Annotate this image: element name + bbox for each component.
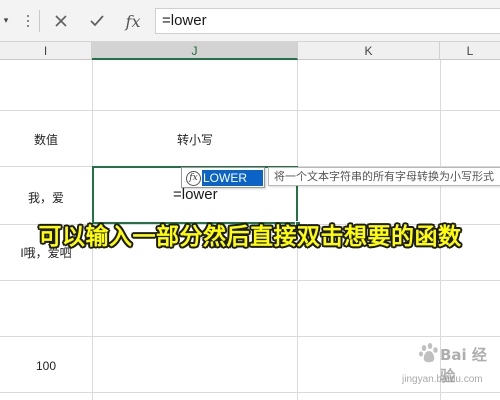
column-header-i[interactable]: I — [0, 42, 92, 60]
column-header-row: I J K L — [0, 42, 500, 60]
watermark-domain: jingyan.baidu.com — [402, 374, 483, 385]
grid-line — [0, 280, 500, 281]
function-tooltip: 将一个文本字符串的所有字母转换为小写形式 — [268, 167, 500, 186]
cancel-button[interactable] — [48, 8, 74, 34]
enter-button[interactable] — [84, 8, 110, 34]
column-header-j[interactable]: J — [92, 42, 298, 60]
autocomplete-item-lower[interactable]: LOWER — [202, 170, 263, 186]
grid-line — [0, 336, 500, 337]
formula-bar-divider — [39, 10, 40, 32]
checkmark-icon — [90, 15, 104, 27]
baidu-paw-logo-icon — [419, 343, 438, 363]
function-autocomplete-list[interactable]: fx LOWER — [181, 167, 265, 188]
column-header-l[interactable]: L — [440, 42, 500, 60]
cell-i-row1[interactable]: 我，爱 — [0, 189, 92, 206]
close-x-icon — [55, 15, 67, 27]
formula-bar: ▾ fx =lower — [0, 0, 500, 42]
cell-i-header[interactable]: 数值 — [0, 131, 92, 148]
grid-line — [0, 392, 500, 393]
grid-line — [0, 110, 500, 111]
column-header-k[interactable]: K — [298, 42, 440, 60]
cell-i-row3[interactable]: 100 — [0, 359, 92, 373]
insert-function-button[interactable]: fx — [120, 8, 146, 34]
tutorial-caption: 可以输入一部分然后直接双击想要的函数 — [38, 224, 462, 250]
formula-bar-resize-handle[interactable] — [24, 9, 32, 33]
function-icon: fx — [186, 171, 201, 186]
cell-j-header[interactable]: 转小写 — [92, 131, 298, 148]
formula-input[interactable]: =lower — [155, 8, 500, 34]
name-box-dropdown-icon[interactable]: ▾ — [0, 15, 12, 27]
